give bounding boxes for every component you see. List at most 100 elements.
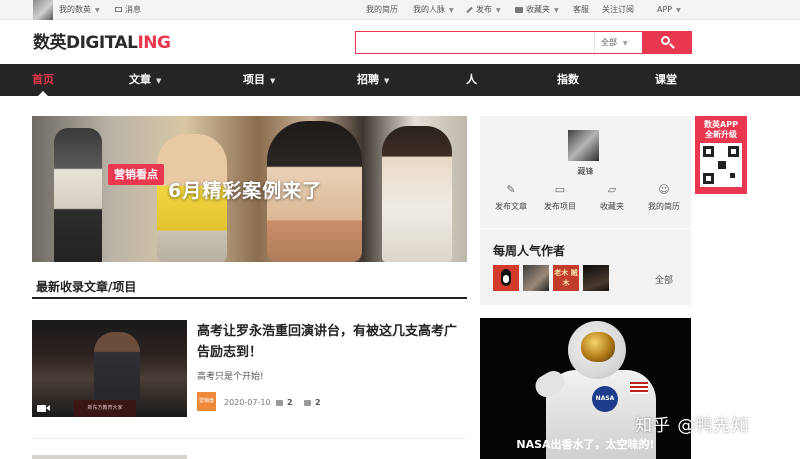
video-icon xyxy=(37,405,46,412)
app-qr-promo[interactable]: 数英APP 全新升级 xyxy=(695,116,747,194)
support-link[interactable]: 客服 xyxy=(573,5,589,15)
my-shuying-label: 我的数英 xyxy=(59,5,91,14)
article-meta: 营销兽 2020-07-10 2 2 xyxy=(197,392,467,412)
top-bar: 我的数英 ▼ 消息 我的简历 我的人脉 ▼ 发布 ▼ 收藏夹 ▼ 客服 关注订阅 APP… xyxy=(0,0,800,20)
user-avatar[interactable] xyxy=(33,0,53,20)
profile-card: 藏锋 ✎ 发布文章 ▭ 发布项目 ▱ 收藏夹 ☺ 我的简历 xyxy=(480,116,691,228)
messages-link[interactable]: 消息 xyxy=(115,5,141,15)
user-icon: ☺ xyxy=(658,183,670,196)
nav-item-index[interactable]: 指数 xyxy=(557,64,579,96)
messages-label: 消息 xyxy=(125,5,141,14)
main-nav: 首页 文章 ▼ 项目 ▼ 招聘 ▼ 人 指数 课堂 xyxy=(0,64,800,96)
thumbs-up-icon xyxy=(276,399,283,406)
search-input[interactable] xyxy=(356,32,594,53)
author-avatar[interactable] xyxy=(493,265,519,291)
all-authors-link[interactable]: 全部 xyxy=(655,273,673,286)
profile-avatar[interactable] xyxy=(568,130,599,161)
nav-item-articles[interactable]: 文章 ▼ xyxy=(129,64,161,96)
favorites-button[interactable]: ▱ 收藏夹 xyxy=(586,184,638,212)
author-avatar[interactable]: 老木 贼木 xyxy=(553,265,579,291)
publish-menu[interactable]: 发布 ▼ xyxy=(466,5,501,16)
search-box: 全部 ▼ xyxy=(355,31,692,54)
thumbnail-podium: 新东方教育大家 xyxy=(74,400,136,417)
publish-article-label: 发布文章 xyxy=(495,202,527,211)
my-resume-button[interactable]: ☺ 我的简历 xyxy=(638,184,690,212)
article-description: 高考只是个开始! xyxy=(197,372,264,382)
search-scope-select[interactable]: 全部 ▼ xyxy=(594,32,642,53)
chevron-down-icon: ▼ xyxy=(623,40,628,47)
nav-item-projects[interactable]: 项目 ▼ xyxy=(243,64,275,96)
author-avatar[interactable] xyxy=(523,265,549,291)
chevron-down-icon: ▼ xyxy=(384,77,390,85)
briefcase-icon: ▭ xyxy=(554,183,566,196)
chevron-down-icon: ▼ xyxy=(156,77,162,85)
favorites-label: 收藏夹 xyxy=(600,202,624,211)
nav-item-classroom[interactable]: 课堂 xyxy=(655,64,677,96)
astronaut-visor xyxy=(581,332,615,362)
banner-figure-man xyxy=(54,128,102,262)
hero-banner[interactable]: 营销看点 6月精彩案例来了 xyxy=(32,116,467,262)
favorites-menu[interactable]: 收藏夹 ▼ xyxy=(515,5,559,16)
active-nav-pointer xyxy=(38,91,48,96)
zhihu-watermark: 知乎 @鸭先知 xyxy=(635,416,750,436)
publish-project-button[interactable]: ▭ 发布项目 xyxy=(534,184,586,212)
my-shuying-menu[interactable]: 我的数英 ▼ xyxy=(59,5,100,16)
my-resume-link[interactable]: 我的简历 xyxy=(366,5,398,15)
folder-icon xyxy=(304,399,311,406)
subscribe-label: 关注订阅 xyxy=(602,5,634,14)
latest-section-title: 最新收录文章/项目 xyxy=(36,280,137,294)
article-source-badge[interactable]: 营销兽 xyxy=(197,392,216,411)
author-avatar-text: 老木 贼木 xyxy=(554,269,578,287)
search-button[interactable] xyxy=(642,31,692,54)
chevron-down-icon: ▼ xyxy=(554,7,559,14)
nav-item-label: 项目 xyxy=(243,73,265,86)
article-thumbnail[interactable]: 新东方教育大家 xyxy=(32,320,187,417)
banner-figure-woman xyxy=(382,126,452,262)
logo-text-ing: ING xyxy=(137,33,171,53)
nav-item-jobs[interactable]: 招聘 ▼ xyxy=(357,64,389,96)
nav-item-people[interactable]: 人 xyxy=(466,64,477,96)
pen-icon xyxy=(466,6,473,13)
astronaut-ad-image[interactable]: NASA NASA出香水了，太空味的! xyxy=(480,318,691,459)
article-favorites-count: 2 xyxy=(315,398,321,407)
my-network-label: 我的人脉 xyxy=(413,5,445,14)
nasa-logo-badge: NASA xyxy=(592,386,618,412)
article-divider xyxy=(32,438,467,439)
chevron-down-icon: ▼ xyxy=(676,7,681,14)
chevron-down-icon: ▼ xyxy=(270,77,276,85)
nav-item-label: 人 xyxy=(466,73,477,86)
my-resume-label: 我的简历 xyxy=(366,5,398,14)
section-divider xyxy=(32,297,467,299)
site-logo[interactable]: 数英DIGITALING xyxy=(33,33,171,53)
my-network-menu[interactable]: 我的人脉 ▼ xyxy=(413,5,454,16)
subscribe-link[interactable]: 关注订阅 xyxy=(602,5,634,15)
nav-item-label: 文章 xyxy=(129,73,151,86)
edit-icon: ✎ xyxy=(506,183,516,196)
thumbnail-speaker xyxy=(94,332,140,402)
logo-text-cn: 数英 xyxy=(33,33,67,53)
chevron-down-icon: ▼ xyxy=(449,7,454,14)
author-avatar[interactable] xyxy=(583,265,609,291)
article-title[interactable]: 高考让罗永浩重回演讲台，有被这几支高考广告励志到！ xyxy=(197,321,467,363)
banner-title: 6月精彩案例来了 xyxy=(168,180,323,202)
qr-promo-line1: 数英APP xyxy=(704,120,738,129)
nav-item-label: 课堂 xyxy=(655,73,677,86)
search-icon-handle xyxy=(669,43,675,49)
my-resume-label: 我的简历 xyxy=(648,202,680,211)
app-menu[interactable]: APP ▼ xyxy=(657,5,681,16)
app-label: APP xyxy=(657,5,673,14)
ad-caption: NASA出香水了，太空味的! xyxy=(516,438,655,451)
article-favorites: 2 xyxy=(304,398,321,407)
us-flag-patch xyxy=(630,382,648,394)
article-likes: 2 xyxy=(276,398,293,407)
profile-name[interactable]: 藏锋 xyxy=(480,166,691,177)
qr-code xyxy=(700,143,742,187)
publish-article-button[interactable]: ✎ 发布文章 xyxy=(485,184,537,212)
folder-icon: ▱ xyxy=(607,183,617,196)
banner-tag: 营销看点 xyxy=(108,164,164,185)
mail-icon xyxy=(115,7,122,12)
next-article-thumbnail[interactable] xyxy=(32,455,187,459)
chevron-down-icon: ▼ xyxy=(95,7,100,14)
chevron-down-icon: ▼ xyxy=(496,7,501,14)
nav-item-label: 首页 xyxy=(32,73,54,86)
